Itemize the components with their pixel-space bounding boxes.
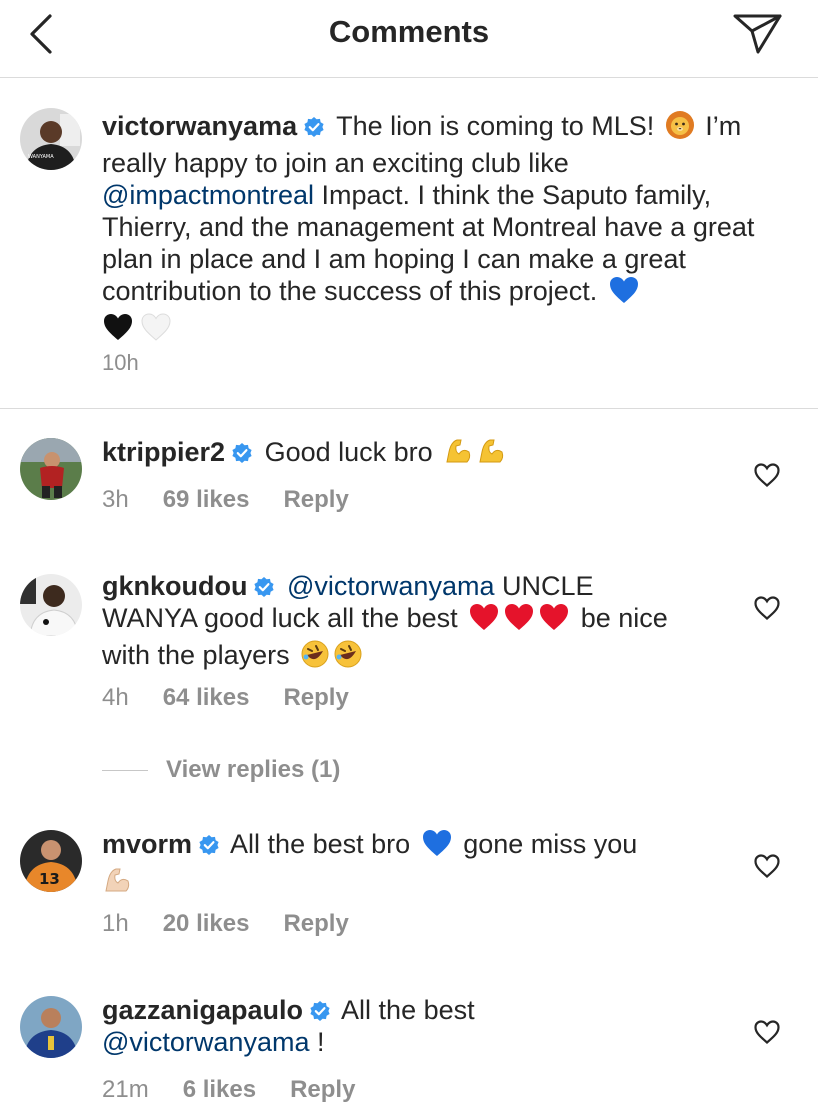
paper-plane-icon xyxy=(733,14,782,54)
svg-text:13: 13 xyxy=(39,870,60,888)
reply-button[interactable]: Reply xyxy=(283,486,348,514)
comment-time: 21m xyxy=(102,1076,149,1103)
avatar[interactable]: 13 xyxy=(20,830,82,892)
comment-text: gknkoudou @victorwanyama UNCLE WANYA goo… xyxy=(102,570,692,676)
reply-button[interactable]: Reply xyxy=(283,684,348,712)
comment-username[interactable]: gknkoudou xyxy=(102,571,247,601)
mention-link[interactable]: @victorwanyama xyxy=(287,571,494,601)
flexed-biceps-emoji-icon xyxy=(476,436,506,473)
share-button[interactable] xyxy=(732,12,782,56)
mention-link[interactable]: @victorwanyama xyxy=(102,1027,309,1057)
heart-outline-icon xyxy=(754,596,780,620)
page-title: Comments xyxy=(328,14,490,49)
view-replies-button[interactable]: View replies (1) xyxy=(102,756,340,784)
white-heart-emoji-icon xyxy=(140,312,172,349)
comment-time: 3h xyxy=(102,486,129,513)
black-heart-emoji-icon xyxy=(102,312,134,349)
avatar[interactable] xyxy=(20,996,82,1058)
rolling-laughing-emoji-icon xyxy=(333,639,363,676)
verified-badge-icon xyxy=(303,113,325,137)
verified-badge-icon xyxy=(198,831,220,855)
avatar[interactable]: WANYAMA xyxy=(20,108,82,170)
like-heart-button[interactable] xyxy=(753,462,781,488)
likes-count[interactable]: 69 likes xyxy=(163,486,250,514)
svg-text:WANYAMA: WANYAMA xyxy=(28,154,54,160)
comment-text: mvorm All the best bro gone miss you xyxy=(102,828,722,902)
like-heart-button[interactable] xyxy=(753,595,781,621)
like-heart-button[interactable] xyxy=(753,853,781,879)
comment-text: ktrippier2 Good luck bro xyxy=(102,436,722,473)
heart-outline-icon xyxy=(754,463,780,487)
verified-badge-icon xyxy=(309,997,331,1021)
avatar[interactable] xyxy=(20,438,82,500)
lion-emoji-icon xyxy=(665,110,695,147)
comment-username[interactable]: gazzanigapaulo xyxy=(102,995,303,1025)
caption-time: 10h xyxy=(102,350,139,375)
reply-button[interactable]: Reply xyxy=(290,1076,355,1104)
blue-heart-emoji-icon xyxy=(421,828,453,865)
likes-count[interactable]: 64 likes xyxy=(163,684,250,712)
comment-meta: 4h 64 likes Reply xyxy=(102,684,349,712)
avatar[interactable] xyxy=(20,574,82,636)
verified-badge-icon xyxy=(253,573,275,597)
mention-link[interactable]: @impactmontreal xyxy=(102,180,314,210)
red-heart-emoji-icon xyxy=(503,602,535,639)
comment-time: 4h xyxy=(102,684,129,711)
blue-heart-emoji-icon xyxy=(608,275,640,312)
comment-username[interactable]: ktrippier2 xyxy=(102,437,225,467)
red-heart-emoji-icon xyxy=(538,602,570,639)
likes-count[interactable]: 6 likes xyxy=(183,1076,256,1104)
flexed-biceps-emoji-icon xyxy=(102,865,132,902)
reply-button[interactable]: Reply xyxy=(283,910,348,938)
caption-username[interactable]: victorwanyama xyxy=(102,111,297,141)
comments-header: Comments xyxy=(0,0,818,78)
rolling-laughing-emoji-icon xyxy=(300,639,330,676)
red-heart-emoji-icon xyxy=(468,602,500,639)
comment-username[interactable]: mvorm xyxy=(102,829,192,859)
comment-time: 1h xyxy=(102,910,129,937)
comment-meta: 21m 6 likes Reply xyxy=(102,1076,355,1104)
verified-badge-icon xyxy=(231,439,253,463)
caption-text: victorwanyama The lion is coming to MLS!… xyxy=(102,110,782,349)
post-caption: WANYAMA victorwanyama The lion is coming… xyxy=(0,78,818,409)
heart-outline-icon xyxy=(754,1020,780,1044)
likes-count[interactable]: 20 likes xyxy=(163,910,250,938)
flexed-biceps-emoji-icon xyxy=(443,436,473,473)
comment-meta: 1h 20 likes Reply xyxy=(102,910,349,938)
comment-meta: 3h 69 likes Reply xyxy=(102,486,349,514)
view-replies-label: View replies (1) xyxy=(166,756,341,783)
heart-outline-icon xyxy=(754,854,780,878)
like-heart-button[interactable] xyxy=(753,1019,781,1045)
divider xyxy=(102,769,148,771)
comment-text: gazzanigapaulo All the best @victorwanya… xyxy=(102,995,475,1057)
